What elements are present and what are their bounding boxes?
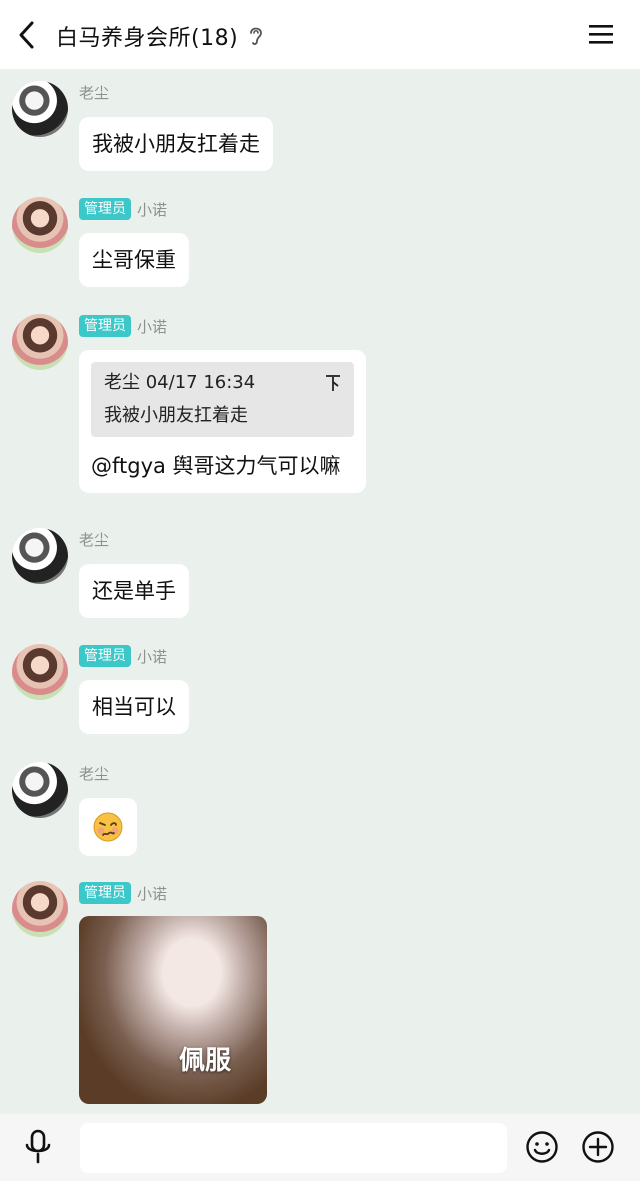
sender-name: 小诺 bbox=[137, 317, 168, 336]
image-caption: 佩服 bbox=[179, 1046, 232, 1076]
message-bubble[interactable]: 我被小朋友扛着走 bbox=[79, 117, 273, 172]
sender-name: 小诺 bbox=[137, 200, 168, 219]
reply-text: @ftgya 舆哥这力气可以嘛 bbox=[91, 454, 341, 478]
menu-button[interactable] bbox=[588, 22, 614, 46]
reply-message-bubble[interactable]: 老尘 04/17 16:34 我被小朋友扛着走 @ftgya 舆哥这力气可以嘛 bbox=[79, 350, 366, 494]
sender-name: 老尘 bbox=[79, 764, 110, 783]
sender-name: 小诺 bbox=[137, 647, 168, 666]
admin-badge: 管理员 bbox=[79, 315, 131, 337]
quoted-message[interactable]: 老尘 04/17 16:34 我被小朋友扛着走 bbox=[91, 362, 354, 437]
message-list[interactable]: 老尘 我被小朋友扛着走 管理员 小诺 尘哥保重 管理员 小诺 老尘 04/17 … bbox=[0, 69, 640, 1114]
avatar-laochen[interactable] bbox=[12, 81, 68, 137]
avatar-laochen[interactable] bbox=[12, 762, 68, 818]
more-button[interactable] bbox=[581, 1130, 615, 1164]
message-bubble[interactable]: 尘哥保重 bbox=[79, 233, 189, 288]
message-meta: 老尘 bbox=[79, 81, 109, 103]
microphone-icon bbox=[25, 1129, 51, 1164]
admin-badge: 管理员 bbox=[79, 882, 131, 904]
message-meta: 管理员 小诺 bbox=[79, 198, 167, 220]
title-group[interactable]: 白马养身会所(18) bbox=[56, 20, 264, 52]
message-meta: 老尘 bbox=[79, 528, 109, 550]
back-button[interactable] bbox=[14, 18, 42, 52]
message-meta: 管理员 小诺 bbox=[79, 315, 167, 337]
quote-author-time: 老尘 04/17 16:34 bbox=[104, 372, 256, 393]
admin-badge: 管理员 bbox=[79, 645, 131, 667]
avatar-xiaonuo[interactable] bbox=[12, 314, 68, 370]
avatar-xiaonuo[interactable] bbox=[12, 197, 68, 253]
message-meta: 管理员 小诺 bbox=[79, 882, 167, 904]
avatar-laochen[interactable] bbox=[12, 528, 68, 584]
hamburger-menu-icon bbox=[589, 25, 613, 44]
emoji-button[interactable] bbox=[525, 1130, 559, 1164]
chevron-left-icon bbox=[19, 21, 34, 49]
sender-name: 小诺 bbox=[137, 884, 168, 903]
voice-button[interactable] bbox=[22, 1128, 54, 1166]
top-bar: 白马养身会所(18) bbox=[0, 0, 640, 69]
group-title: 白马养身会所(18) bbox=[56, 26, 239, 51]
avatar-xiaonuo[interactable] bbox=[12, 881, 68, 937]
message-bubble[interactable]: 还是单手 bbox=[79, 564, 189, 619]
chat-screen: 白马养身会所(18) 老尘 我被小朋友扛着走 管理员 小诺 尘哥保重 管理员 小… bbox=[0, 0, 640, 1181]
message-input[interactable] bbox=[80, 1123, 507, 1173]
sender-name: 老尘 bbox=[79, 530, 110, 549]
image-message[interactable]: 佩服 bbox=[79, 916, 267, 1104]
plus-circle-icon bbox=[582, 1131, 614, 1163]
input-bar bbox=[0, 1114, 640, 1181]
jump-to-top-icon bbox=[326, 375, 340, 392]
emoji-message-bubble[interactable] bbox=[79, 798, 137, 856]
avatar-xiaonuo[interactable] bbox=[12, 644, 68, 700]
woozy-face-emoji bbox=[93, 812, 123, 842]
smiley-icon bbox=[526, 1131, 558, 1163]
sender-name: 老尘 bbox=[79, 83, 110, 102]
ear-icon bbox=[250, 27, 263, 45]
quote-text: 我被小朋友扛着走 bbox=[104, 404, 248, 426]
message-bubble[interactable]: 相当可以 bbox=[79, 680, 189, 735]
message-meta: 老尘 bbox=[79, 762, 109, 784]
quote-header: 老尘 04/17 16:34 bbox=[104, 372, 341, 395]
message-meta: 管理员 小诺 bbox=[79, 645, 167, 667]
admin-badge: 管理员 bbox=[79, 198, 131, 220]
